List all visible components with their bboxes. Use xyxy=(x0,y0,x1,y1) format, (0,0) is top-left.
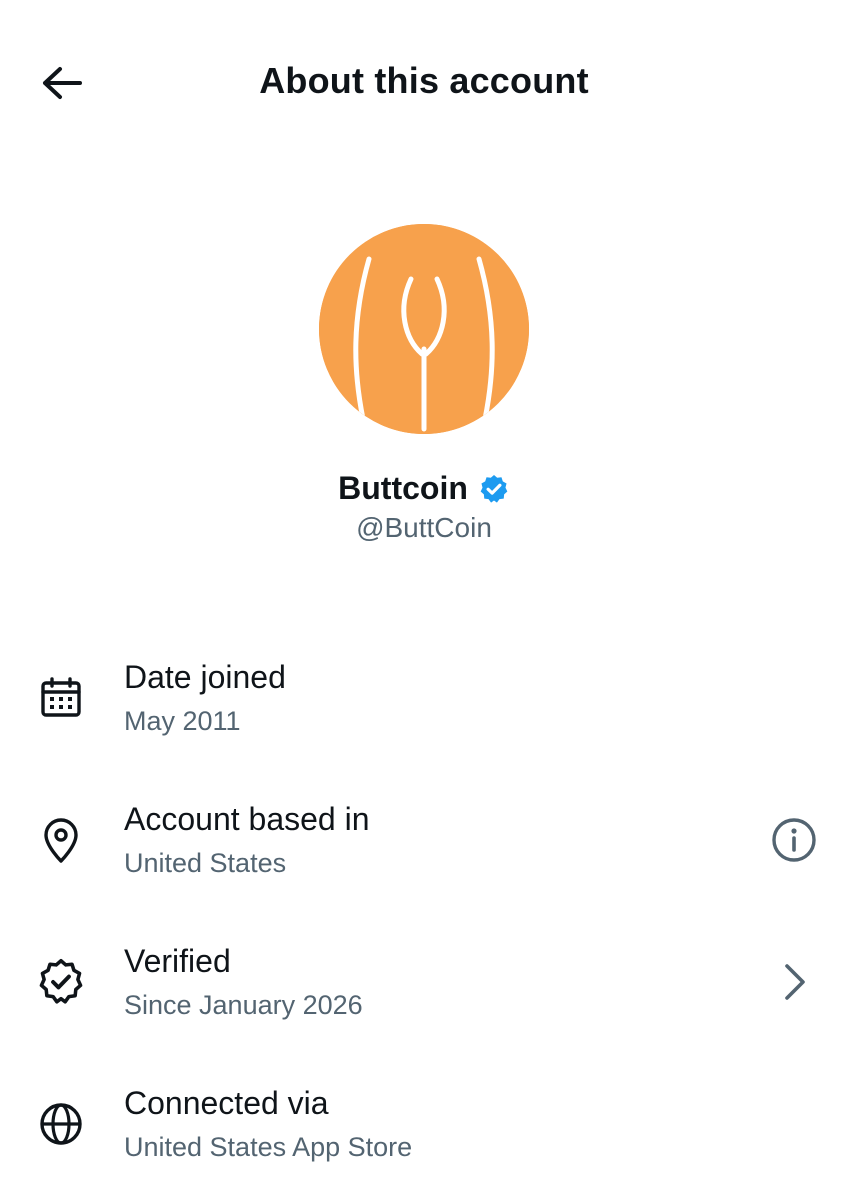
info-row-account-based-in: Account based in United States xyxy=(0,797,848,897)
location-info-button[interactable] xyxy=(768,814,820,866)
verified-badge-outline-icon xyxy=(39,958,83,1004)
verified-badge-icon[interactable] xyxy=(478,473,510,505)
info-row-verified[interactable]: Verified Since January 2026 xyxy=(0,939,848,1039)
display-name: Buttcoin xyxy=(338,470,468,506)
verified-value: Since January 2026 xyxy=(124,990,363,1020)
connected-via-value: United States App Store xyxy=(124,1132,413,1162)
date-joined-label: Date joined xyxy=(124,659,286,695)
avatar-logo-icon xyxy=(319,224,529,434)
connected-via-label: Connected via xyxy=(124,1085,329,1121)
handle: @ButtCoin xyxy=(356,512,492,543)
top-bar: About this account xyxy=(0,0,848,160)
info-icon xyxy=(772,818,816,862)
verified-details-button[interactable] xyxy=(768,956,820,1008)
info-row-date-joined: Date joined May 2011 xyxy=(0,655,848,755)
location-pin-icon xyxy=(44,818,78,863)
page-title: About this account xyxy=(259,60,589,101)
globe-icon xyxy=(40,1103,82,1145)
name-row: Buttcoin xyxy=(0,470,848,507)
account-based-in-label: Account based in xyxy=(124,801,370,837)
info-row-connected-via: Connected via United States App Store xyxy=(0,1081,848,1181)
calendar-icon xyxy=(41,677,81,717)
date-joined-value: May 2011 xyxy=(124,706,241,736)
chevron-right-icon xyxy=(785,964,805,1000)
account-based-in-value: United States xyxy=(124,848,287,878)
verified-label: Verified xyxy=(124,943,231,979)
avatar[interactable] xyxy=(319,224,529,434)
